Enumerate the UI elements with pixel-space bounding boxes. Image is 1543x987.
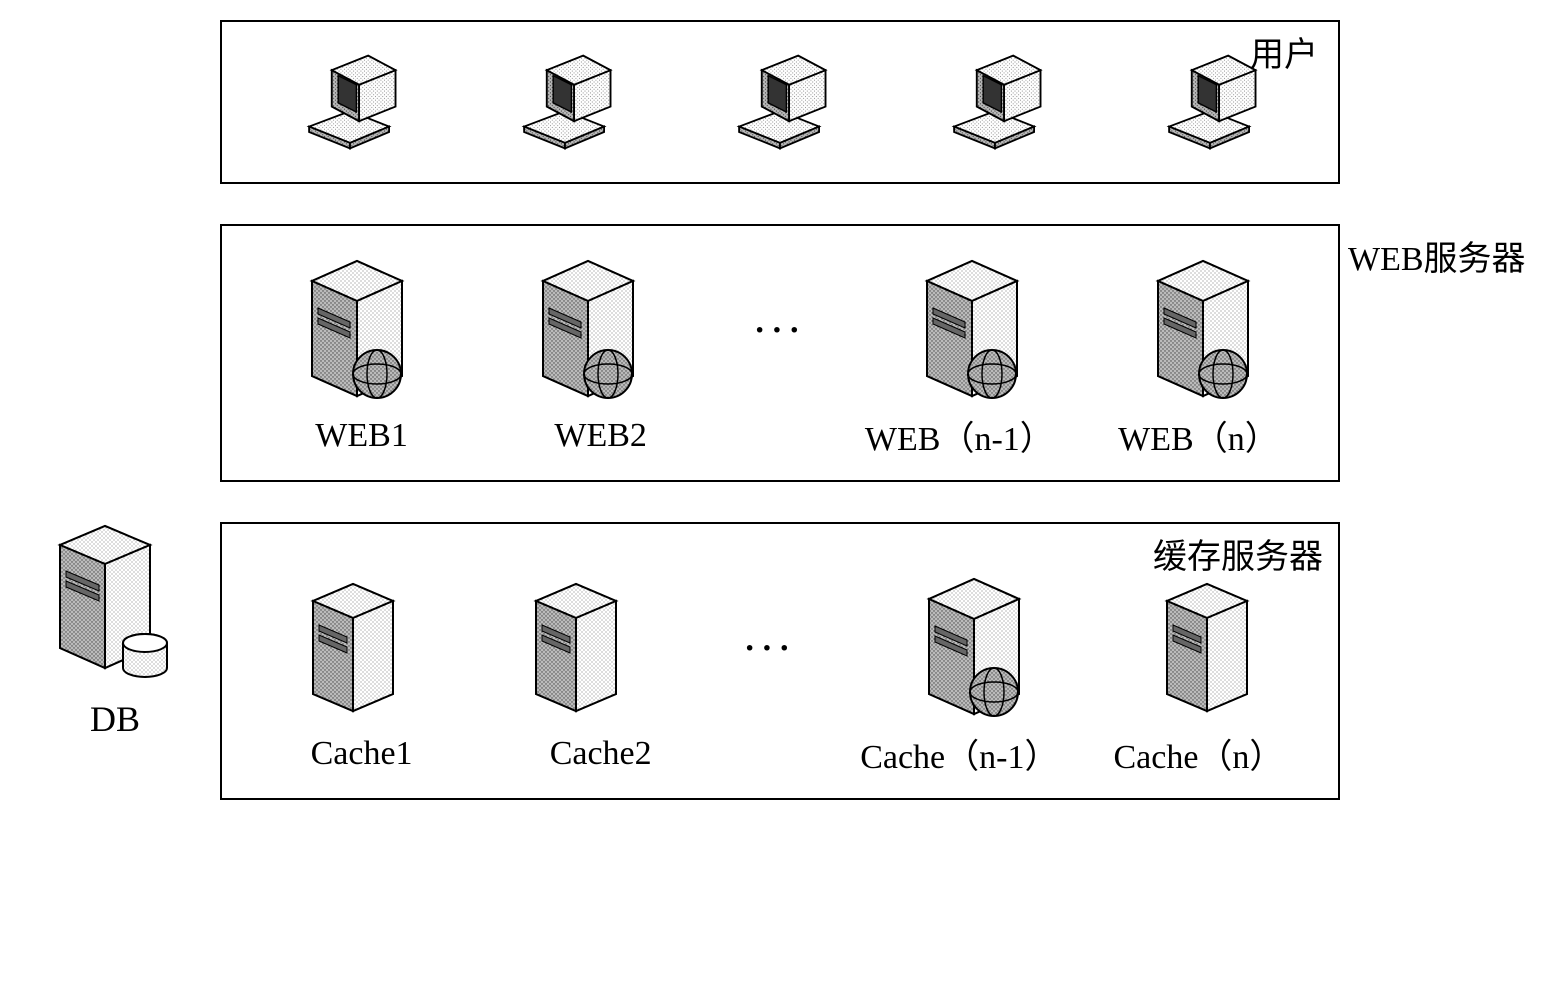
cache-server-globe-icon <box>909 574 1039 724</box>
web-server-icon <box>907 256 1037 406</box>
cache-layer-label: 缓存服务器 <box>1153 529 1323 578</box>
web-server-layer: WEB服务器 ··· WEB1 WEB2 WEB（n-1） WEB（n） <box>220 224 1340 482</box>
web-server-label: WEB1 <box>242 417 481 455</box>
web-servers-row: ··· <box>242 236 1318 411</box>
cache-server-icon <box>298 579 408 719</box>
web-labels-row: WEB1 WEB2 WEB（n-1） WEB（n） <box>242 411 1318 470</box>
terminal-icon <box>295 52 405 152</box>
cache-server-icon <box>521 579 631 719</box>
database-icon <box>45 523 185 693</box>
ellipsis: ··· <box>744 630 796 668</box>
database-label: DB <box>45 698 185 740</box>
web-layer-label: WEB服务器 <box>1348 231 1543 280</box>
cache-server-icon <box>1152 579 1262 719</box>
terminal-icon <box>1155 52 1265 152</box>
database: DB <box>45 523 185 740</box>
terminal-icon <box>940 52 1050 152</box>
web-server-icon <box>1138 256 1268 406</box>
cache-server-layer: 缓存服务器 ··· Cache1 Cache2 Cache（n-1） Cache… <box>220 522 1340 800</box>
terminal-icon <box>725 52 835 152</box>
cache-labels-row: Cache1 Cache2 Cache（n-1） Cache（n） <box>242 729 1318 788</box>
web-server-label: WEB2 <box>481 417 720 455</box>
cache-server-label: Cache（n-1） <box>840 729 1079 778</box>
cache-server-label: Cache2 <box>481 735 720 773</box>
ellipsis: ··· <box>754 312 806 350</box>
cache-server-label: Cache1 <box>242 735 481 773</box>
cache-server-label: Cache（n） <box>1079 729 1318 778</box>
user-layer: 用户 <box>220 20 1340 184</box>
web-server-icon <box>292 256 422 406</box>
user-terminals-row <box>242 32 1318 172</box>
web-server-icon <box>523 256 653 406</box>
web-server-label: WEB（n） <box>1079 411 1318 460</box>
terminal-icon <box>510 52 620 152</box>
web-server-label: WEB（n-1） <box>840 411 1079 460</box>
